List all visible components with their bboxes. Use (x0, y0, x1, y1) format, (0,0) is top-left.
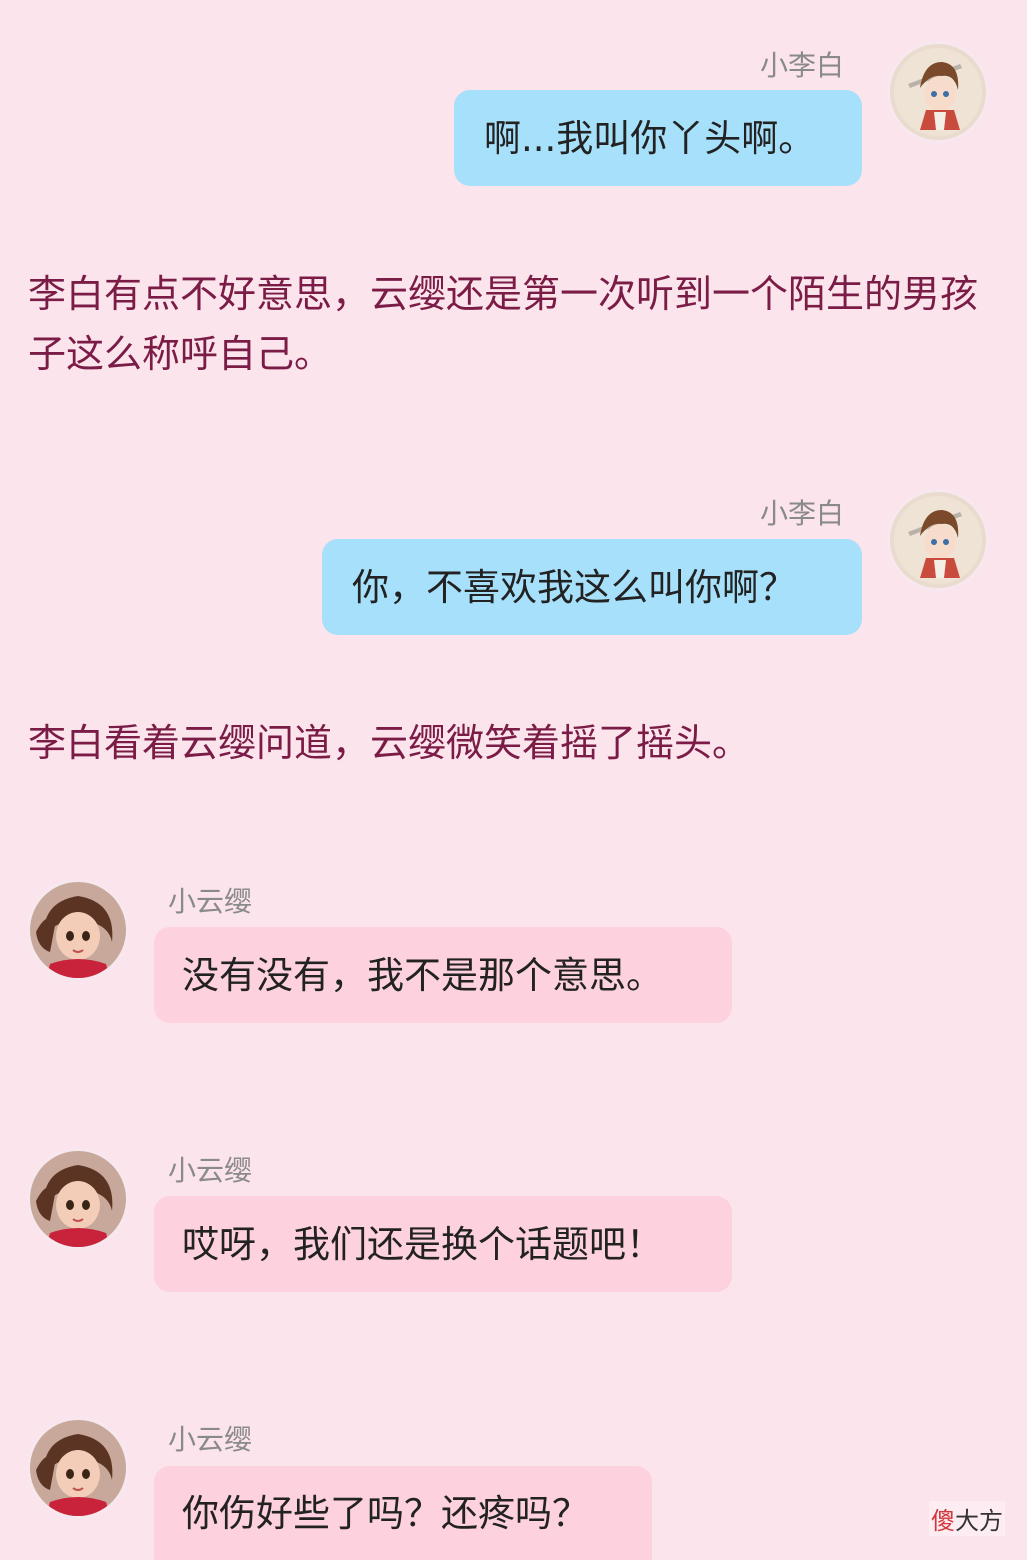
avatar-libai-icon[interactable] (890, 492, 986, 588)
avatar-yunying-icon[interactable] (30, 882, 126, 978)
watermark-text: 大方 (955, 1507, 1003, 1535)
message-bubble[interactable]: 哎呀，我们还是换个话题吧！ (154, 1196, 732, 1292)
narration-text: 李白有点不好意思，云缨还是第一次听到一个陌生的男孩子这么称呼自己。 (28, 272, 979, 376)
narration-text: 李白看着云缨问道，云缨微笑着摇了摇头。 (28, 721, 751, 765)
avatar-yunying-icon[interactable] (30, 1420, 126, 1516)
sender-name: 小李白 (760, 497, 845, 530)
avatar-libai-icon[interactable] (890, 44, 986, 140)
watermark-accent: 傻 (931, 1507, 955, 1535)
message-bubble[interactable]: 你，不喜欢我这么叫你啊？ (322, 539, 862, 635)
avatar-yunying-icon[interactable] (30, 1151, 126, 1247)
sender-name: 小李白 (760, 49, 845, 82)
watermark: 傻大方 (929, 1501, 1005, 1536)
message-bubble[interactable]: 啊...我叫你丫头啊。 (454, 90, 862, 186)
message-bubble[interactable]: 你伤好些了吗？还疼吗？ (154, 1466, 652, 1560)
sender-name: 小云缨 (168, 1154, 253, 1187)
sender-name: 小云缨 (168, 1423, 253, 1456)
sender-name: 小云缨 (168, 885, 253, 918)
message-bubble[interactable]: 没有没有，我不是那个意思。 (154, 927, 732, 1023)
